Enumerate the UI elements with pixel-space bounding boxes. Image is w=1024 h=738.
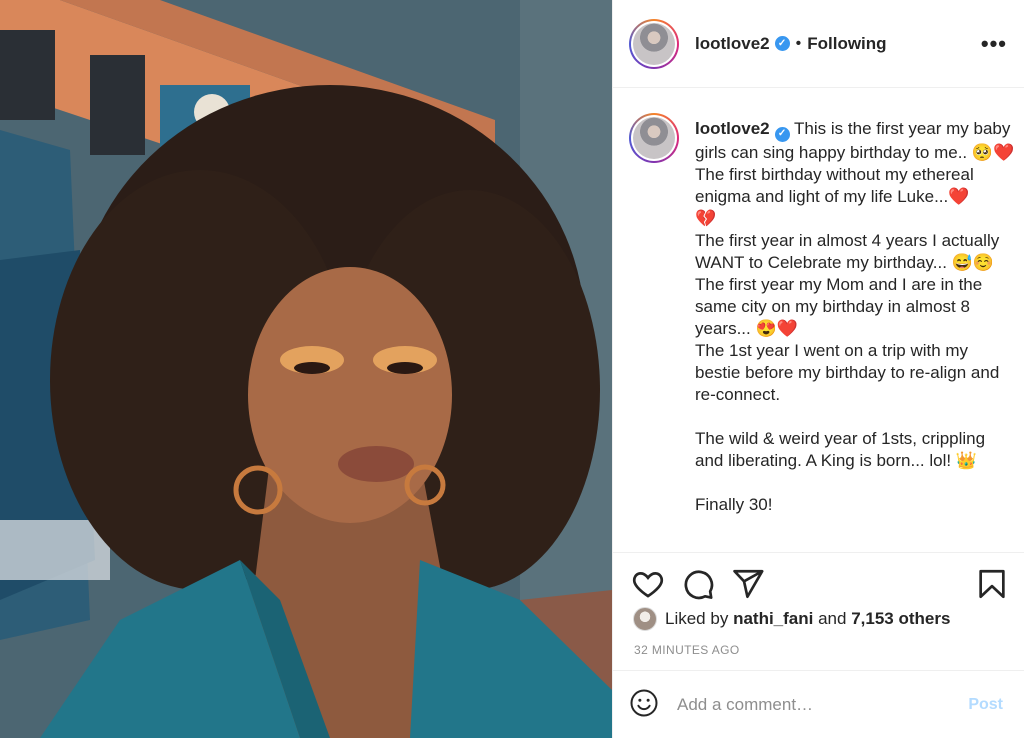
caption-body: This is the first year my baby girls can… — [695, 119, 1015, 514]
post-side-panel: lootlove2 ✓ • Following ••• lootlove2 ✓ T… — [612, 0, 1024, 738]
post-image — [0, 0, 612, 738]
caption-section: lootlove2 ✓ This is the first year my bab… — [613, 89, 1024, 552]
liked-by: Liked by nathi_fani and 7,153 others — [633, 607, 950, 631]
liked-by-and: and — [818, 609, 847, 628]
comment-bar: Post — [613, 670, 1024, 738]
liker-username[interactable]: nathi_fani — [733, 609, 813, 629]
share-icon[interactable] — [731, 567, 765, 601]
caption-text: lootlove2 ✓ This is the first year my bab… — [695, 118, 1015, 516]
comment-icon[interactable] — [681, 567, 715, 601]
liker-avatar[interactable] — [633, 607, 657, 631]
verified-badge-icon: ✓ — [774, 126, 790, 142]
post-comment-button[interactable]: Post — [968, 696, 1003, 714]
separator-dot: • — [795, 34, 802, 52]
likes-count[interactable]: 7,153 others — [851, 609, 950, 629]
post-photo[interactable] — [0, 0, 612, 738]
author-avatar[interactable] — [629, 18, 679, 69]
following-button[interactable]: Following — [807, 34, 886, 54]
verified-badge-icon: ✓ — [774, 36, 790, 51]
bookmark-icon[interactable] — [975, 567, 1009, 601]
more-options-icon[interactable]: ••• — [981, 33, 1007, 55]
post-header: lootlove2 ✓ • Following ••• — [613, 0, 1024, 88]
post-timestamp[interactable]: 32 MINUTES AGO — [634, 643, 740, 657]
comment-input[interactable] — [677, 695, 969, 715]
liked-by-prefix: Liked by — [665, 609, 729, 628]
heart-icon[interactable] — [631, 567, 665, 601]
post-actions: Liked by nathi_fani and 7,153 others 32 … — [613, 552, 1024, 738]
caption-avatar[interactable] — [629, 113, 679, 163]
author-username[interactable]: lootlove2 — [695, 34, 770, 54]
caption-username[interactable]: lootlove2 — [695, 119, 770, 138]
emoji-icon[interactable] — [629, 688, 659, 723]
